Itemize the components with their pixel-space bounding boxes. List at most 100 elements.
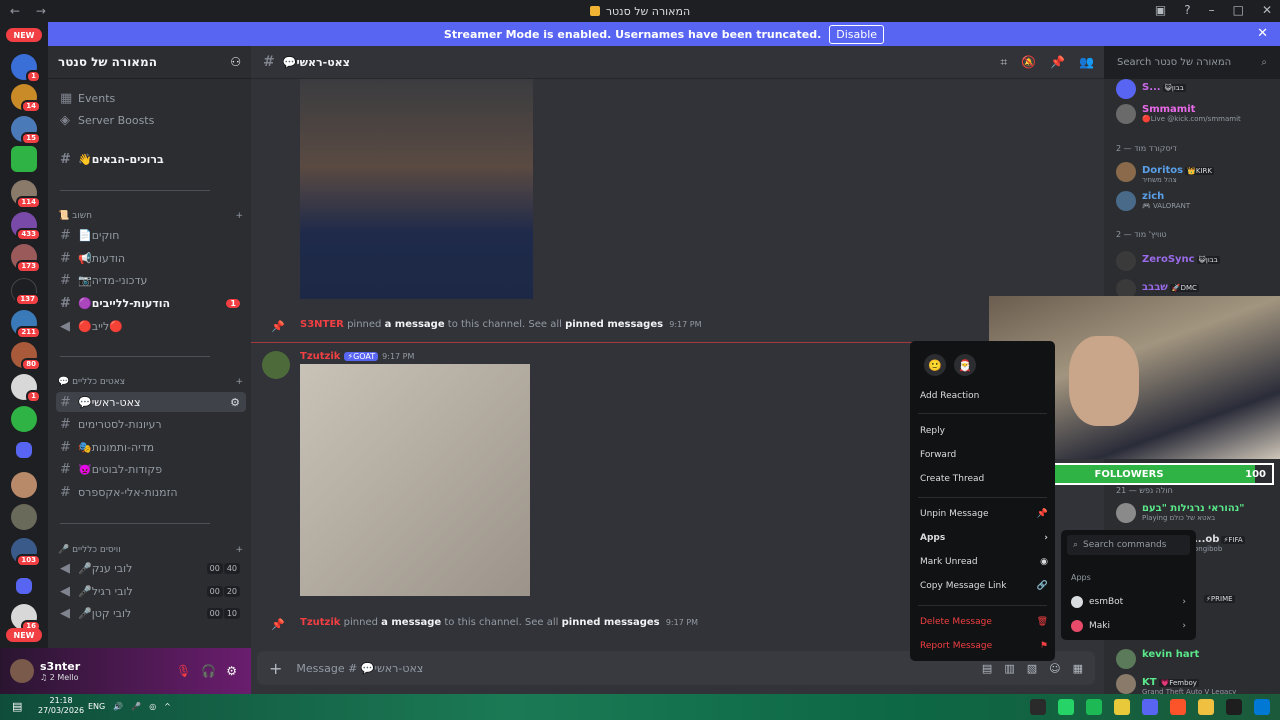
language-indicator[interactable]: ENG [88,702,105,711]
voice-live[interactable]: ◀ 🔴לייב🔴 [56,316,246,336]
member-item[interactable]: ⚡PRIME [1202,595,1235,603]
channel-stream-ideas[interactable]: # רעיונות-לסטרימים [56,414,246,434]
server-search-input[interactable]: Search המאורה של סנטר ⌕ [1111,52,1273,72]
voice-lobby-large[interactable]: ◀ 🎤לובי ענק 00 40 [56,558,246,578]
server-icon[interactable]: 173 [11,244,41,273]
server-icon[interactable]: 433 [11,212,41,241]
chevron-up-icon[interactable]: ^ [164,702,171,711]
mark-unread-item[interactable]: Mark Unread ◉ [920,557,1048,567]
add-channel-icon[interactable]: + [235,211,243,221]
disable-streamer-mode-button[interactable]: Disable [829,24,885,44]
close-window-icon[interactable]: ✕ [1262,3,1272,17]
channel-rules[interactable]: # 📄חוקים [56,225,246,245]
member-item[interactable]: Smmamit 🔴Live @kick.com/smmamit [1116,104,1241,124]
server-icon[interactable] [11,406,37,432]
server-icon[interactable]: 14 [11,84,41,113]
app-icon[interactable] [1114,699,1130,715]
copy-link-item[interactable]: Copy Message Link 🔗 [920,581,1048,591]
member-list-icon[interactable]: 👥 [1079,55,1094,70]
app-esmbot[interactable]: esmBot › [1071,596,1186,608]
help-icon[interactable]: ? [1184,3,1190,17]
server-icon[interactable] [11,504,37,530]
server-icon[interactable]: 16 [11,604,41,633]
category-voice[interactable]: 🎤 וויסים כלליים + [58,545,243,555]
server-icon[interactable]: 103 [11,538,41,567]
events-item[interactable]: ▦ Events [56,88,246,108]
report-message-item[interactable]: Report Message ⚑ [920,641,1048,651]
discord-icon[interactable] [1142,699,1158,715]
add-member-icon[interactable]: ⚇ [230,55,241,69]
app-maki[interactable]: Maki › [1071,620,1186,632]
category-important[interactable]: 📜 חשוב + [58,211,243,221]
attachment-image[interactable] [300,79,533,299]
server-icon[interactable] [11,146,37,172]
steam-icon[interactable] [1030,699,1046,715]
sticker-icon[interactable]: ▧ [1027,662,1037,675]
server-header[interactable]: המאורה של סנטר ⚇ [48,46,251,79]
channel-live-announcements[interactable]: # 🟣הודעות-ללייבים 1 [56,293,246,313]
inbox-icon[interactable]: ▣ [1155,3,1166,17]
server-icon[interactable]: 15 [11,116,41,145]
mic-icon[interactable]: 🎤 [131,702,141,711]
spotify-icon[interactable] [1086,699,1102,715]
voice-lobby-regular[interactable]: ◀ 🎤לובי רגיל 00 20 [56,581,246,601]
member-item[interactable]: נהוראי נרגילות "בעם" Playing באטא של כולם [1116,503,1244,523]
member-item[interactable]: ...ob ⚡FIFA ongibob [1194,531,1245,554]
start-icon[interactable] [1254,699,1270,715]
channel-announcements[interactable]: # 📢הודעות [56,248,246,268]
channel-settings-icon[interactable]: ⚙ [230,396,240,409]
brave-icon[interactable] [1170,699,1186,715]
add-reaction-item[interactable]: Add Reaction [920,391,1048,401]
server-icon[interactable]: 211 [11,310,41,339]
settings-gear-icon[interactable]: ⚙ [226,664,237,678]
whatsapp-icon[interactable] [1058,699,1074,715]
gift-icon[interactable]: ▤ [982,662,992,675]
taskbar-search-icon[interactable]: ▤ [12,700,22,713]
add-channel-icon[interactable]: + [235,377,243,387]
forward-item[interactable]: Forward [920,450,1048,460]
gif-icon[interactable]: ▥ [1004,662,1014,675]
attachment-image[interactable] [300,364,530,596]
category-chats[interactable]: 💬 צאטים כלליים + [58,377,243,387]
attach-plus-icon[interactable]: + [269,659,282,678]
minimize-icon[interactable]: – [1209,3,1215,17]
user-avatar[interactable] [10,659,34,683]
wifi-icon[interactable]: ◎ [149,702,156,711]
channel-media-images[interactable]: # 🎭מדיה-ותמונות [56,437,246,457]
member-item[interactable]: zich 🎮 VALORANT [1116,191,1190,211]
add-channel-icon[interactable]: + [235,545,243,555]
deafen-icon[interactable]: 🎧 [201,664,216,678]
member-item[interactable]: ZeroSync 😺בבון [1116,251,1220,271]
server-icon[interactable] [11,472,37,498]
channel-media-updates[interactable]: # 📷עדכוני-מדיה [56,270,246,290]
member-item[interactable]: kevin hart [1116,649,1199,669]
create-thread-item[interactable]: Create Thread [920,474,1048,484]
server-icon[interactable]: 137 [11,278,40,306]
close-banner-icon[interactable]: ✕ [1257,26,1268,41]
server-icon[interactable]: 114 [11,180,41,209]
volume-icon[interactable]: 🔊 [113,702,123,711]
pinned-icon[interactable]: 📌 [1050,55,1065,70]
boosts-item[interactable]: ◈ Server Boosts [56,110,246,130]
folder-icon[interactable] [16,578,32,594]
notifications-icon[interactable]: 🔕 [1021,55,1036,70]
member-item[interactable]: S... 😺בבון [1116,79,1186,99]
server-icon[interactable]: 1 [11,374,41,403]
channel-welcome[interactable]: # 👋ברוכים-הבאים [56,149,246,169]
quick-reaction-icon[interactable]: 🙂 [924,354,946,376]
server-icon[interactable]: 80 [11,342,41,371]
channel-bot-commands[interactable]: # 👿פקודות-לבוטים [56,459,246,479]
channel-aliexpress[interactable]: # הזמנות-אלי-אקספרס [56,482,246,502]
search-commands-input[interactable]: ⌕ Search commands [1067,535,1190,555]
quick-reaction-icon[interactable]: 🎅 [954,354,976,376]
threads-icon[interactable]: ⌗ [1000,55,1007,70]
channel-main-chat[interactable]: # 💬צאט-ראשי ⚙ [56,392,246,412]
maximize-icon[interactable]: □ [1233,3,1244,17]
delete-message-item[interactable]: Delete Message 🗑 [920,617,1048,627]
member-item[interactable]: Doritos 👑KIRK צהל משחיר [1116,162,1214,185]
emoji-icon[interactable]: ☺ [1049,662,1060,675]
apps-icon[interactable]: ▦ [1073,662,1083,675]
message-avatar[interactable] [262,351,290,379]
taskbar-clock[interactable]: 21:18 27/03/2026 [38,696,84,716]
unpin-message-item[interactable]: Unpin Message 📌 [920,509,1048,519]
